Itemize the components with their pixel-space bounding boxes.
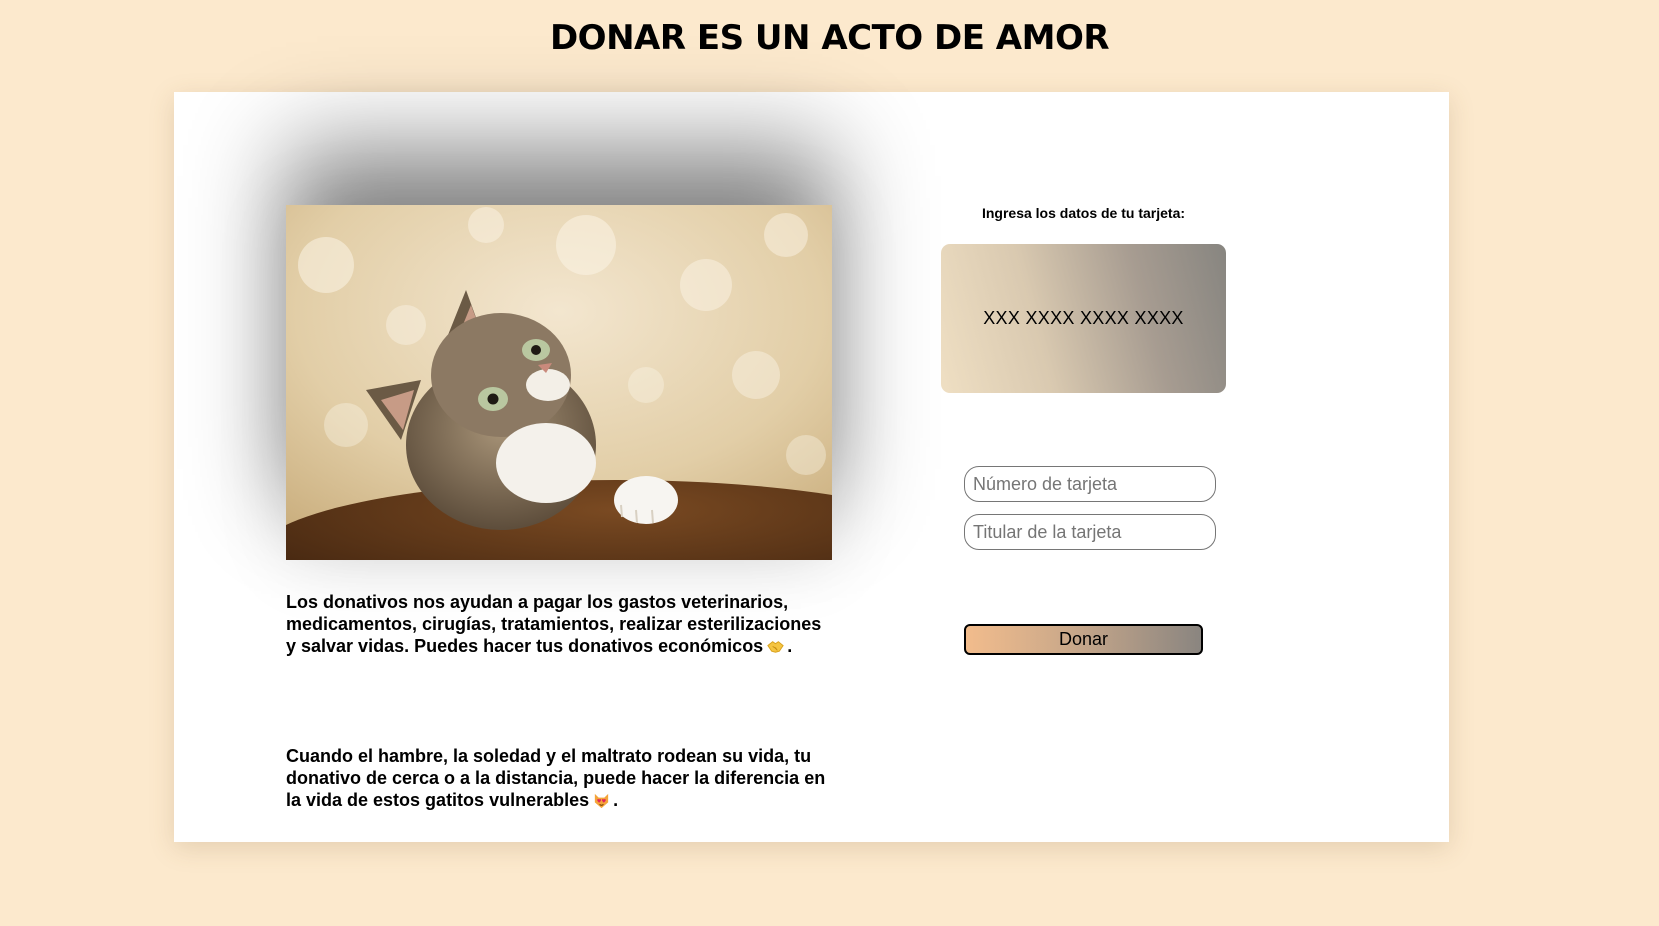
- page-title: DONAR ES UN ACTO DE AMOR: [549, 18, 1110, 58]
- credit-card-preview: XXX XXXX XXXX XXXX: [941, 244, 1226, 393]
- card-form-label: Ingresa los datos de tu tarjeta:: [981, 205, 1186, 221]
- card-holder-input[interactable]: [964, 514, 1216, 550]
- donation-paragraph-2-end: .: [613, 790, 619, 810]
- donation-panel: Los donativos nos ayudan a pagar los gas…: [174, 92, 1449, 842]
- kitten-photo: [286, 205, 832, 560]
- handshake-emoji-icon: [767, 641, 784, 653]
- donation-paragraph-1: Los donativos nos ayudan a pagar los gas…: [286, 591, 834, 657]
- card-number-input[interactable]: [964, 466, 1216, 502]
- card-number-preview: XXX XXXX XXXX XXXX: [983, 308, 1184, 328]
- donation-paragraph-2-text: Cuando el hambre, la soledad y el maltra…: [286, 746, 826, 810]
- donation-paragraph-1-text: Los donativos nos ayudan a pagar los gas…: [286, 592, 822, 656]
- donation-paragraph-1-end: .: [787, 636, 793, 656]
- heart-eyes-cat-emoji-icon: [594, 793, 609, 809]
- donate-button[interactable]: Donar: [964, 624, 1203, 655]
- donation-paragraph-2: Cuando el hambre, la soledad y el maltra…: [286, 745, 834, 811]
